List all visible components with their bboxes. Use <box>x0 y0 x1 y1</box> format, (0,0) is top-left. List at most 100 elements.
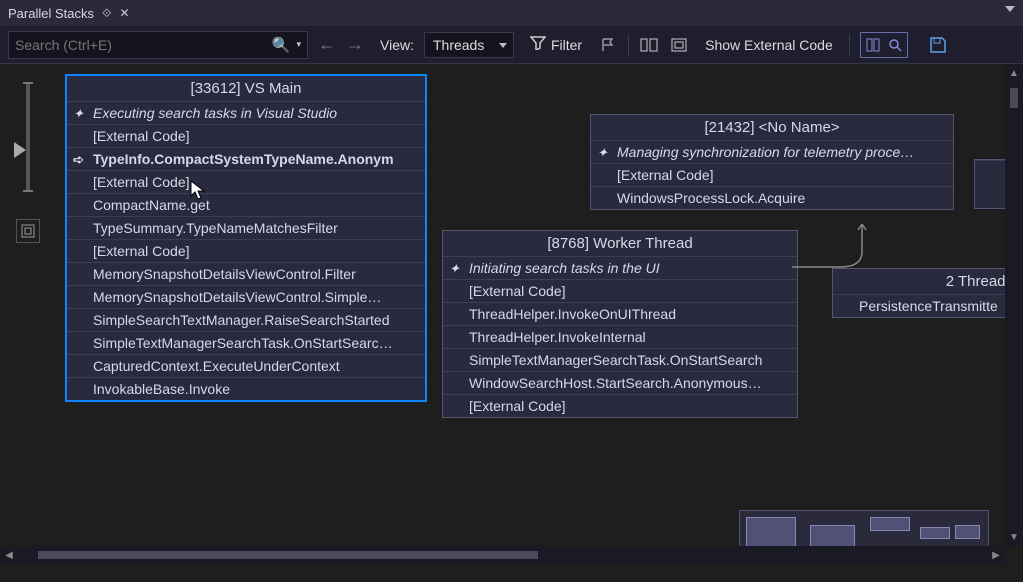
toolbar-separator-2 <box>849 34 850 56</box>
search-input[interactable] <box>15 37 268 53</box>
filter-button[interactable]: Filter <box>524 33 588 56</box>
stack-frame-text: [External Code] <box>469 398 566 414</box>
minimap-box <box>920 527 950 539</box>
stack-frame[interactable]: ThreadHelper.InvokeInternal <box>443 325 797 348</box>
stack-frame[interactable]: [External Code] <box>67 170 425 193</box>
stack-panel-worker[interactable]: [8768] Worker Thread ✦ Initiating search … <box>442 230 798 418</box>
minimap-box <box>955 525 980 539</box>
sparkle-icon: ✦ <box>981 165 992 167</box>
stack-frame-text: SimpleTextManagerSearchTask.OnStartSearc… <box>469 352 762 368</box>
stack-frame-text: WindowsProcessLock.Acquire <box>617 190 805 206</box>
stack-frame-text: TypeInfo.CompactSystemTypeName.Anonym <box>93 151 394 167</box>
connector-line <box>790 222 880 282</box>
stack-frame-text: CompactName.get <box>93 197 210 213</box>
stack-mode-icon[interactable] <box>863 35 883 55</box>
panel-title: [33612] VS Main <box>67 76 425 101</box>
nav-forward-icon[interactable]: → <box>346 34 364 55</box>
stack-frame-text: MemorySnapshotDetailsViewControl.Simple… <box>93 289 381 305</box>
view-dropdown[interactable]: Threads <box>424 32 514 58</box>
nav-back-icon[interactable]: ← <box>318 34 336 55</box>
stack-frame[interactable]: WindowsProcessLock.Acquire <box>591 186 953 209</box>
window-title: Parallel Stacks <box>8 6 94 21</box>
filter-label: Filter <box>551 37 582 53</box>
stack-frame[interactable]: [External Code] <box>591 163 953 186</box>
search-mode-icon[interactable] <box>885 35 905 55</box>
view-dropdown-value: Threads <box>433 37 484 53</box>
stack-frame-text: WindowSearchHost.StartSearch.Anonymous… <box>469 375 762 391</box>
vertical-scrollbar[interactable]: ▲ ▼ <box>1005 64 1023 546</box>
scroll-right-icon[interactable]: ▶ <box>987 546 1005 564</box>
save-icon[interactable] <box>928 35 948 55</box>
stack-frame-text: SimpleSearchTextManager.RaiseSearchStart… <box>93 312 390 328</box>
stack-frame[interactable]: TypeSummary.TypeNameMatchesFilter <box>67 216 425 239</box>
scroll-track[interactable] <box>18 550 987 560</box>
show-external-button[interactable]: Show External Code <box>699 34 839 56</box>
stack-frame-text: [External Code] <box>93 243 190 259</box>
stack-frame[interactable]: ✦Managing synchronization for telemetry … <box>591 140 953 163</box>
flag-icon[interactable] <box>598 35 618 55</box>
search-dropdown-icon[interactable]: ▾ <box>294 39 301 50</box>
filter-icon <box>530 36 546 53</box>
stack-frame[interactable]: MemorySnapshotDetailsViewControl.Filter <box>67 262 425 285</box>
view-label: View: <box>380 37 414 53</box>
stack-frame-text: PersistenceTransmitte <box>859 298 998 314</box>
stack-frame[interactable]: CapturedContext.ExecuteUnderContext <box>67 354 425 377</box>
panel-title: [8768] Worker Thread <box>443 231 797 256</box>
stack-frame-text: [External Code] <box>93 128 190 144</box>
stack-frame[interactable]: SimpleSearchTextManager.RaiseSearchStart… <box>67 308 425 331</box>
scroll-thumb[interactable] <box>1010 88 1018 108</box>
stack-frame-text: InvokableBase.Invoke <box>93 381 230 397</box>
stack-frame-text: [External Code] <box>617 167 714 183</box>
autoexpand-icon[interactable] <box>669 35 689 55</box>
toolbar-separator <box>628 34 629 56</box>
search-box[interactable]: 🔍 ▾ <box>8 31 308 59</box>
stack-frame-text: Executing search tasks in Visual Studio <box>93 105 337 121</box>
stack-frame[interactable]: ✦ Initiating search tasks in the UI <box>443 256 797 279</box>
stack-frame[interactable]: [External Code] <box>67 124 425 147</box>
stack-frame[interactable]: InvokableBase.Invoke <box>67 377 425 400</box>
pin-icon[interactable]: ⟐ <box>102 6 111 21</box>
stack-frame-text: TypeSummary.TypeNameMatchesFilter <box>93 220 338 236</box>
zoom-fit-button[interactable] <box>16 219 40 243</box>
stack-frame-text: [External Code] <box>469 283 566 299</box>
stack-frame[interactable]: MemorySnapshotDetailsViewControl.Simple… <box>67 285 425 308</box>
close-icon[interactable]: ✕ <box>119 6 129 20</box>
stack-frame[interactable]: ➪ TypeInfo.CompactSystemTypeName.Anonym <box>67 147 425 170</box>
toggle-view-icon[interactable] <box>639 35 659 55</box>
stack-frame[interactable]: SimpleTextManagerSearchTask.OnStartSearc… <box>67 331 425 354</box>
scroll-up-icon[interactable]: ▲ <box>1005 64 1023 82</box>
stack-frame-text: MemorySnapshotDetailsViewControl.Filter <box>93 266 356 282</box>
stack-frame[interactable]: CompactName.get <box>67 193 425 216</box>
window-menu-icon[interactable] <box>1005 6 1015 12</box>
stack-frame[interactable]: WindowSearchHost.StartSearch.Anonymous… <box>443 371 797 394</box>
scroll-left-icon[interactable]: ◀ <box>0 546 18 564</box>
stack-frame-text: CapturedContext.ExecuteUnderContext <box>93 358 340 374</box>
stack-frame[interactable]: [External Code] <box>443 394 797 417</box>
view-mode-group <box>860 32 908 58</box>
stack-frame-text: Managing synchronization for telemetry p… <box>617 144 914 160</box>
stack-frame-text: ThreadHelper.InvokeOnUIThread <box>469 306 676 322</box>
stack-frame[interactable]: ✦Executing search tasks in Visual Studio <box>67 101 425 124</box>
stack-frame[interactable]: PersistenceTransmitte <box>833 294 1021 317</box>
current-frame-icon: ➪ <box>73 152 84 168</box>
zoom-slider[interactable] <box>26 82 30 192</box>
stack-frame[interactable]: ThreadHelper.InvokeOnUIThread <box>443 302 797 325</box>
stack-frame[interactable]: [External Code] <box>67 239 425 262</box>
stack-frame-text: [External Code] <box>93 174 190 190</box>
stack-frame-text: SimpleTextManagerSearchTask.OnStartSearc… <box>93 335 393 351</box>
show-external-label: Show External Code <box>705 37 833 53</box>
stack-frame[interactable]: [External Code] <box>443 279 797 302</box>
stack-frame-text: ThreadHelper.InvokeInternal <box>469 329 646 345</box>
zoom-slider-thumb[interactable] <box>14 142 26 158</box>
stack-panel-no-name[interactable]: [21432] <No Name> ✦Managing synchronizat… <box>590 114 954 210</box>
search-icon[interactable]: 🔍 <box>268 36 295 54</box>
stack-frame-text: Initiating search tasks in the UI <box>469 260 660 276</box>
stack-panel-vs-main[interactable]: [33612] VS Main ✦Executing search tasks … <box>65 74 427 402</box>
stack-frame[interactable]: SimpleTextManagerSearchTask.OnStartSearc… <box>443 348 797 371</box>
scroll-thumb[interactable] <box>38 551 538 559</box>
parallel-stacks-canvas[interactable]: [33612] VS Main ✦Executing search tasks … <box>0 64 1023 564</box>
sparkle-icon: ✦ <box>449 261 460 277</box>
scroll-track[interactable] <box>1009 82 1019 528</box>
horizontal-scrollbar[interactable]: ◀ ▶ <box>0 546 1005 564</box>
scroll-down-icon[interactable]: ▼ <box>1005 528 1023 546</box>
